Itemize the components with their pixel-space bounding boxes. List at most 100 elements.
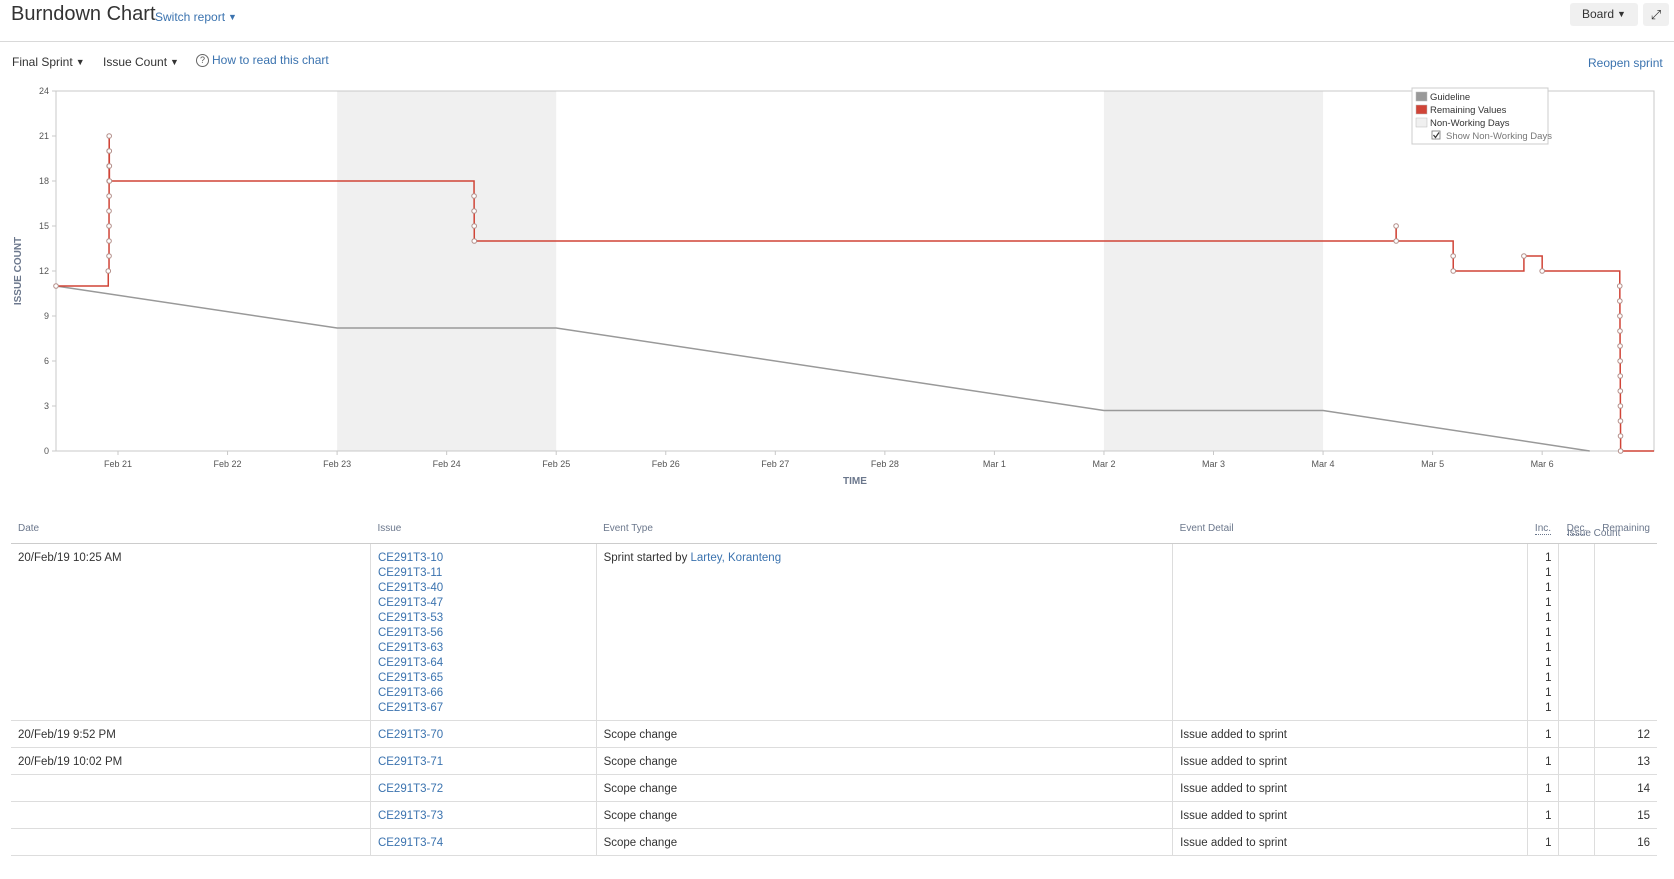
- date-text: 20/Feb/19 10:25 AM: [18, 552, 122, 564]
- remaining-point: [1617, 418, 1624, 424]
- burndown-chart: 03691215182124 Feb 21 Feb 22 Feb 23 Feb 24 F…: [13, 86, 1655, 487]
- inc-value: 1: [1545, 702, 1552, 714]
- event-type-text: Scope change: [603, 783, 678, 795]
- column-header-event-type: Event Type: [596, 513, 1173, 544]
- x-tick-label: Mar 2: [1092, 459, 1115, 469]
- cell-event-detail: [1172, 543, 1527, 721]
- issue-link[interactable]: CE291T3-11: [378, 566, 589, 581]
- x-tick-label: Mar 6: [1531, 459, 1554, 469]
- issue-link[interactable]: CE291T3-47: [378, 596, 589, 611]
- issue-link[interactable]: CE291T3-53: [378, 611, 589, 626]
- event-detail-text: Issue added to sprint: [1180, 756, 1287, 768]
- inc-value: 1: [1545, 729, 1552, 741]
- remaining-point: [471, 208, 477, 214]
- legend-label: Remaining Values: [1430, 105, 1507, 116]
- sprint-selector[interactable]: Final Sprint ▼: [12, 55, 85, 69]
- x-axis-title: TIME: [843, 476, 867, 487]
- issue-link[interactable]: CE291T3-72: [378, 782, 589, 797]
- cell-inc: 1: [1526, 828, 1559, 856]
- column-header-dec: Dec.: [1558, 513, 1595, 544]
- x-tick-label: Feb 28: [871, 459, 899, 469]
- cell-remaining: 13: [1594, 747, 1657, 775]
- x-tick-label: Mar 3: [1202, 459, 1225, 469]
- chevron-down-icon: ▼: [228, 12, 237, 22]
- cell-remaining: [1594, 543, 1657, 721]
- issue-link[interactable]: CE291T3-66: [378, 686, 589, 701]
- remaining-point: [471, 238, 478, 244]
- cell-dec: [1558, 801, 1595, 829]
- chevron-down-icon: ▼: [170, 57, 179, 67]
- cell-dec: [1558, 774, 1595, 802]
- board-dropdown-button[interactable]: Board ▼: [1570, 3, 1638, 26]
- inc-value: 1: [1545, 837, 1552, 849]
- cell-issue: CE291T3-10 CE291T3-11 CE291T3-40 CE291T3-47…: [369, 543, 597, 721]
- switch-report-dropdown[interactable]: Switch report ▼: [155, 10, 237, 24]
- issue-link[interactable]: CE291T3-63: [378, 641, 589, 656]
- reopen-sprint-link[interactable]: Reopen sprint: [1588, 56, 1663, 70]
- issue-link[interactable]: CE291T3-56: [378, 626, 589, 641]
- legend-swatch: [1415, 117, 1428, 128]
- cell-event-detail: Issue added to sprint: [1172, 774, 1527, 802]
- y-tick-label: 15: [39, 221, 49, 231]
- inc-abbr: Inc.: [1534, 522, 1552, 535]
- event-detail-text: Issue added to sprint: [1180, 783, 1287, 795]
- cell-issue: CE291T3-73: [369, 801, 597, 829]
- remaining-point: [1617, 328, 1623, 334]
- inc-value: 1: [1545, 582, 1552, 594]
- expand-button[interactable]: ⤢: [1643, 3, 1669, 26]
- column-header-event-detail: Event Detail: [1172, 513, 1527, 544]
- x-tick-label: Feb 22: [214, 459, 242, 469]
- cell-event-detail: Issue added to sprint: [1172, 720, 1527, 748]
- issue-link[interactable]: CE291T3-65: [378, 671, 589, 686]
- inc-value: 1: [1545, 687, 1552, 699]
- issue-link[interactable]: CE291T3-74: [378, 836, 589, 851]
- issue-link[interactable]: CE291T3-70: [378, 728, 589, 743]
- remaining-point: [1393, 238, 1399, 244]
- show-non-working-days-label: Show Non-Working Days: [1446, 131, 1552, 142]
- cell-event-type: Scope change: [595, 801, 1173, 829]
- remaining-point: [1617, 373, 1624, 379]
- cell-event-detail: Issue added to sprint: [1172, 828, 1527, 856]
- cell-dec: [1558, 747, 1595, 775]
- event-type-text: Scope change: [603, 810, 678, 822]
- y-axis-title: ISSUE COUNT: [13, 237, 24, 305]
- y-tick-label: 9: [44, 311, 49, 321]
- inc-value: 1: [1545, 672, 1552, 684]
- remaining-point: [1617, 313, 1623, 319]
- column-header-issue: Issue: [370, 513, 597, 544]
- table-row: 20/Feb/19 9:52 PM CE291T3-70 Scope change I…: [11, 720, 1657, 748]
- cell-date: [11, 828, 371, 856]
- x-tick-label: Feb 21: [104, 459, 132, 469]
- issue-link[interactable]: CE291T3-64: [378, 656, 589, 671]
- remaining-point: [106, 253, 112, 259]
- legend-label: Guideline: [1430, 92, 1470, 103]
- inc-value: 1: [1545, 756, 1552, 768]
- remaining-point: [106, 208, 112, 214]
- y-axis: 0 3 6 9 12 15 18 21 24: [39, 86, 56, 456]
- estimation-selector[interactable]: Issue Count ▼: [103, 55, 179, 69]
- cell-issue: CE291T3-71: [369, 747, 597, 775]
- cell-date: 20/Feb/19 9:52 PM: [11, 720, 371, 748]
- page-title: Burndown Chart: [11, 3, 156, 25]
- issue-link[interactable]: CE291T3-67: [378, 701, 589, 716]
- cell-issue: CE291T3-72: [369, 774, 597, 802]
- issue-link[interactable]: CE291T3-71: [378, 755, 589, 770]
- report-header: Burndown Chart Switch report ▼ Board ▼ ⤢: [0, 0, 1674, 42]
- issue-link[interactable]: CE291T3-10: [378, 551, 589, 566]
- help-link-label: How to read this chart: [212, 53, 329, 67]
- table-header-row: Date Issue Event Type Event Detail Inc. …: [11, 513, 1657, 544]
- chevron-down-icon: ▼: [1617, 9, 1626, 19]
- cell-remaining: 15: [1594, 801, 1657, 829]
- issue-link[interactable]: CE291T3-73: [378, 809, 589, 824]
- remaining-point: [106, 148, 113, 154]
- help-link[interactable]: ? How to read this chart: [196, 53, 329, 67]
- cell-inc: 1 1 1 1 1 1 1 1 1 1 1: [1526, 543, 1559, 721]
- cell-remaining: 16: [1594, 828, 1657, 856]
- event-detail-text: Issue added to sprint: [1180, 729, 1287, 741]
- cell-event-detail: Issue added to sprint: [1172, 747, 1527, 775]
- legend-swatch: [1415, 104, 1428, 115]
- y-tick-label: 21: [39, 131, 49, 141]
- user-link[interactable]: Lartey, Koranteng: [691, 552, 782, 564]
- date-text: 20/Feb/19 10:02 PM: [18, 756, 123, 768]
- issue-link[interactable]: CE291T3-40: [378, 581, 589, 596]
